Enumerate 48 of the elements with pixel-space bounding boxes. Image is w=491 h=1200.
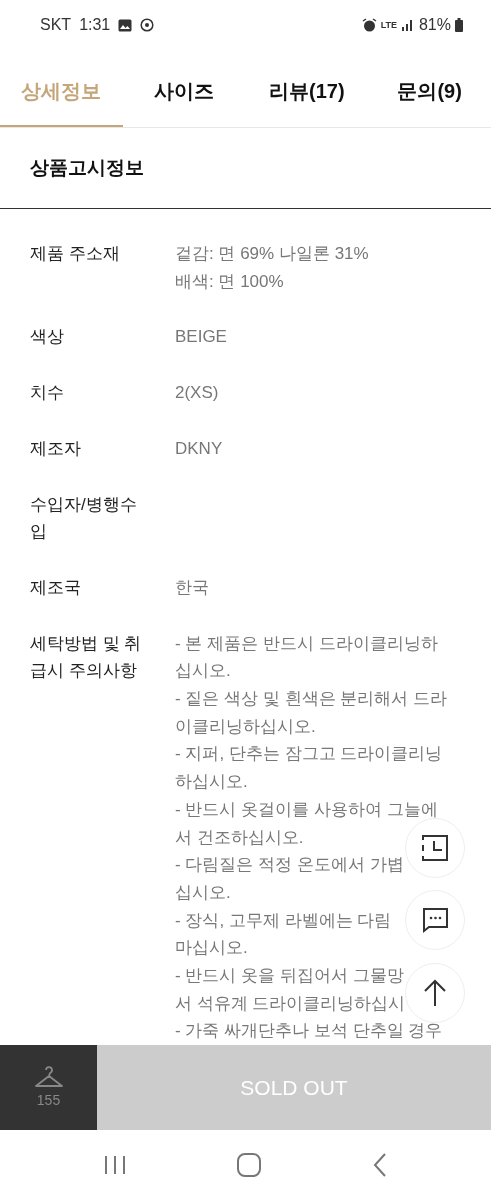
battery-icon (455, 18, 463, 32)
field-value: - 본 제품은 반드시 드라이클리닝하 (175, 632, 439, 655)
recent-apps-icon[interactable] (102, 1154, 127, 1176)
field-value: 배색: 면 100% (175, 270, 285, 293)
field-value: 서 건조하십시오. (175, 826, 305, 849)
field-value: - 짙은 색상 및 흰색은 분리해서 드라 (175, 688, 447, 711)
field-value: 마십시오. (175, 937, 249, 960)
field-value: 하십시오. (175, 771, 249, 794)
field-label: 색상 (30, 326, 65, 349)
field-label: 세탁방법 및 취 (30, 632, 143, 655)
tab[interactable]: 사이즈 (122, 50, 246, 127)
circle-icon (140, 18, 155, 32)
field-value: 이클리닝하십시오. (175, 715, 317, 738)
network-text: LTE (380, 20, 397, 30)
section-title: 상품고시정보 (30, 155, 144, 180)
field-value: 서 석유계 드라이클리닝하십시 (175, 992, 407, 1015)
field-value: - 반드시 옷을 뒤집어서 그물망 (175, 965, 405, 988)
field-value: - 가죽 싸개단추나 보석 단추일 경우 (175, 1020, 444, 1043)
field-value: 십시오. (175, 660, 232, 683)
tab[interactable]: 리뷰(17) (245, 50, 369, 127)
image-icon (118, 18, 133, 32)
field-label: 제조국 (30, 576, 82, 599)
battery-text: 81% (418, 15, 451, 35)
tab[interactable]: 문의(9) (368, 50, 491, 127)
field-value: DKNY (175, 437, 223, 460)
field-value: - 지퍼, 단추는 잠그고 드라이클리닝 (175, 743, 444, 766)
field-label: 수입자/병행수 (30, 493, 138, 516)
field-value: BEIGE (175, 326, 227, 349)
field-label: 급시 주의사항 (30, 660, 138, 683)
field-value: - 반드시 옷걸이를 사용하여 그늘에 (175, 798, 439, 821)
field-value: - 다림질은 적정 온도에서 가볍 (175, 854, 405, 877)
field-value: 2(XS) (175, 382, 219, 405)
field-label: 치수 (30, 382, 65, 405)
field-value: 겉감: 면 69% 나일론 31% (175, 243, 369, 265)
field-label: 입 (30, 521, 48, 544)
field-value: - 장식, 고무제 라벨에는 다림 (175, 909, 393, 932)
alarm-icon (361, 17, 377, 33)
signal-icon (400, 19, 415, 31)
field-value: 한국 (175, 576, 209, 599)
home-icon[interactable] (236, 1152, 263, 1178)
wishlist-button[interactable]: 155 (0, 1045, 97, 1130)
carrier-text: SKT (40, 15, 72, 35)
hanger-icon (32, 1064, 65, 1090)
field-label: 제품 주소재 (30, 243, 121, 265)
field-value: 십시오. (175, 881, 232, 904)
clock-text: 1:31 (79, 15, 111, 35)
back-icon[interactable] (372, 1152, 389, 1178)
field-label: 제조자 (30, 437, 82, 460)
